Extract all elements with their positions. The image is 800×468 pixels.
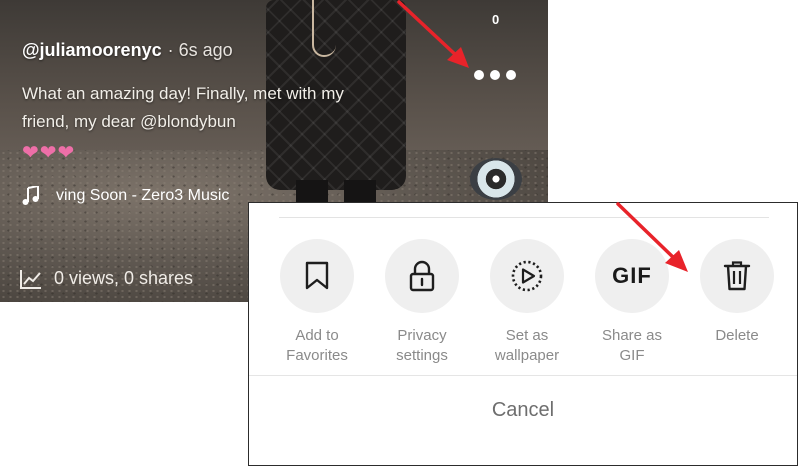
gif-icon-circle: GIF (595, 239, 669, 313)
stats-text: 0 views, 0 shares (54, 268, 194, 288)
music-row[interactable]: ving Soon - Zero3 Music (22, 186, 229, 206)
delete-label: Delete (715, 327, 759, 344)
add-to-favorites-label: Add to Favorites (286, 327, 348, 364)
action-row: Add to Favorites Privacy settings Set as… (267, 239, 787, 366)
sheet-bottom-divider (249, 375, 797, 376)
stats-row[interactable]: 0 views, 0 shares (20, 268, 193, 289)
favorites-icon-circle (280, 239, 354, 313)
privacy-icon-circle (385, 239, 459, 313)
bag-strap (312, 0, 336, 57)
top-counter: 0 (492, 12, 500, 27)
share-as-gif-button[interactable]: GIF Share as GIF (582, 239, 682, 366)
video-caption: What an amazing day! Finally, met with m… (22, 84, 344, 131)
cancel-button[interactable]: Cancel (249, 399, 797, 422)
privacy-settings-button[interactable]: Privacy settings (372, 239, 472, 366)
music-title: ving Soon - Zero3 Music (56, 187, 230, 204)
analytics-chart-icon (20, 269, 41, 289)
gif-icon: GIF (612, 263, 652, 288)
username-link[interactable]: @juliamoorenyc (22, 40, 162, 60)
privacy-settings-label: Privacy settings (396, 327, 448, 364)
set-as-wallpaper-label: Set as wallpaper (494, 327, 560, 364)
music-disc-icon[interactable] (470, 158, 522, 200)
delete-button[interactable]: Delete (687, 239, 787, 366)
hearts-emoji: ❤❤❤ (22, 142, 76, 164)
trash-icon (723, 261, 751, 291)
username-row: @juliamoorenyc · 6s ago (22, 40, 233, 61)
music-note-icon (22, 186, 39, 205)
more-options-icon[interactable] (474, 70, 516, 80)
set-as-wallpaper-button[interactable]: Set as wallpaper (477, 239, 577, 366)
play-circle-icon (511, 260, 543, 292)
wallpaper-icon-circle (490, 239, 564, 313)
sheet-top-divider (279, 217, 769, 218)
share-sheet: Add to Favorites Privacy settings Set as… (248, 202, 798, 466)
post-time: · 6s ago (167, 40, 233, 60)
lock-icon (409, 260, 435, 292)
share-as-gif-label: Share as GIF (601, 327, 663, 364)
bookmark-icon (305, 261, 329, 290)
delete-icon-circle (700, 239, 774, 313)
add-to-favorites-button[interactable]: Add to Favorites (267, 239, 367, 366)
